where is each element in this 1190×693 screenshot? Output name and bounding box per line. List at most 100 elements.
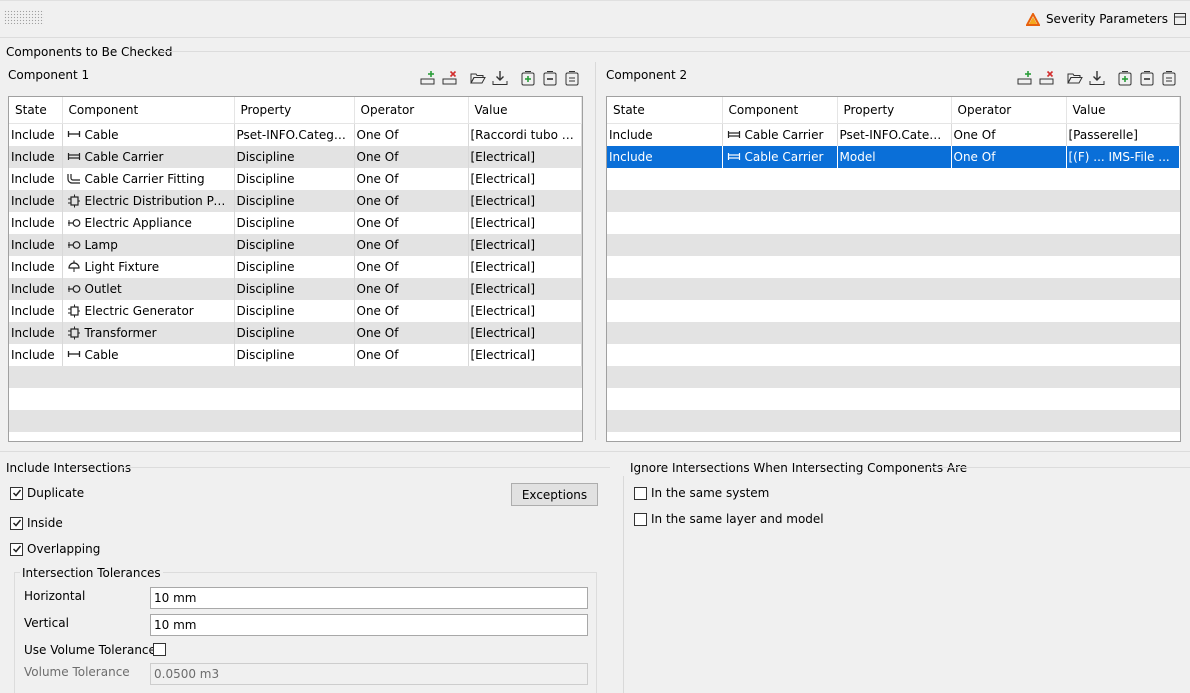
cell-property[interactable]: Discipline — [234, 190, 355, 212]
cell-value[interactable]: [Electrical] — [468, 168, 582, 190]
empty-cell[interactable] — [607, 278, 722, 300]
severity-parameters-link[interactable]: Severity Parameters — [1025, 10, 1186, 28]
table-row[interactable]: Include Cable Discipline One Of [Electrical] — [9, 344, 582, 366]
cell-operator[interactable]: One Of — [354, 168, 469, 190]
empty-cell[interactable] — [837, 234, 951, 256]
cell-value[interactable]: [Electrical] — [468, 212, 582, 234]
empty-row[interactable] — [607, 278, 1180, 300]
duplicate-checkbox[interactable]: Duplicate — [10, 486, 84, 500]
empty-cell[interactable] — [722, 278, 837, 300]
group-options-button[interactable] — [562, 69, 581, 87]
empty-cell[interactable] — [354, 366, 468, 388]
empty-cell[interactable] — [722, 388, 837, 410]
empty-row[interactable] — [607, 300, 1180, 322]
cell-component[interactable]: Cable Carrier — [722, 123, 838, 146]
cell-operator[interactable]: One Of — [354, 256, 469, 278]
column-header-component[interactable]: Component — [62, 97, 235, 124]
empty-cell[interactable] — [607, 410, 722, 432]
column-header-operator[interactable]: Operator — [354, 97, 469, 124]
cell-state[interactable]: Include — [9, 344, 63, 366]
overlapping-check-box[interactable] — [10, 542, 23, 556]
cell-property[interactable]: Discipline — [234, 234, 355, 256]
cell-component[interactable]: Cable — [62, 123, 235, 146]
empty-cell[interactable] — [1066, 410, 1180, 432]
cell-property[interactable]: Pset-INFO.Categoria — [234, 123, 355, 146]
empty-row[interactable] — [9, 388, 582, 410]
empty-cell[interactable] — [951, 256, 1066, 278]
volume-tolerance-input[interactable]: 0.0500 m3 — [150, 663, 588, 685]
cell-value[interactable]: [Electrical] — [468, 278, 582, 300]
empty-row[interactable] — [607, 322, 1180, 344]
empty-cell[interactable] — [607, 344, 722, 366]
column-header-state[interactable]: State — [607, 97, 723, 124]
table-row[interactable]: Include Light Fixture Discipline One Of [Ele… — [9, 256, 582, 278]
cell-property[interactable]: Discipline — [234, 300, 355, 322]
cell-value[interactable]: [Electrical] — [468, 344, 582, 366]
empty-cell[interactable] — [951, 388, 1066, 410]
empty-cell[interactable] — [62, 410, 234, 432]
empty-cell[interactable] — [607, 388, 722, 410]
empty-cell[interactable] — [837, 322, 951, 344]
empty-cell[interactable] — [607, 190, 722, 212]
empty-cell[interactable] — [951, 278, 1066, 300]
table-row[interactable]: Include Cable Pset-INFO.Categoria One Of [Ra… — [9, 123, 582, 146]
empty-cell[interactable] — [837, 300, 951, 322]
cell-value[interactable]: [Raccordi tubo pro... — [468, 123, 582, 146]
cell-property[interactable]: Discipline — [234, 278, 355, 300]
cell-value[interactable]: [(F) ... IMS-File ... — [1066, 146, 1180, 168]
empty-row[interactable] — [607, 212, 1180, 234]
cell-component[interactable]: Electric Appliance — [62, 212, 235, 234]
empty-cell[interactable] — [722, 190, 837, 212]
empty-cell[interactable] — [722, 256, 837, 278]
empty-cell[interactable] — [722, 322, 837, 344]
empty-row[interactable] — [607, 388, 1180, 410]
remove-group-button[interactable] — [540, 69, 559, 87]
column-header-value[interactable]: Value — [1066, 97, 1180, 124]
table-row[interactable]: Include Cable Carrier Fitting Discipline On… — [9, 168, 582, 190]
empty-cell[interactable] — [951, 410, 1066, 432]
empty-cell[interactable] — [951, 168, 1066, 190]
empty-row[interactable] — [607, 256, 1180, 278]
horizontal-tolerance-input[interactable]: 10 mm — [150, 587, 588, 609]
empty-cell[interactable] — [62, 388, 234, 410]
cell-operator[interactable]: One Of — [354, 212, 469, 234]
cell-property[interactable]: Discipline — [234, 168, 355, 190]
empty-cell[interactable] — [1066, 256, 1180, 278]
empty-cell[interactable] — [1066, 344, 1180, 366]
cell-operator[interactable]: One Of — [354, 123, 469, 146]
empty-cell[interactable] — [468, 410, 582, 432]
cell-state[interactable]: Include — [9, 123, 63, 146]
empty-cell[interactable] — [722, 300, 837, 322]
cell-component[interactable]: Transformer — [62, 322, 235, 344]
column-header-component[interactable]: Component — [722, 97, 838, 124]
empty-cell[interactable] — [62, 366, 234, 388]
empty-cell[interactable] — [354, 410, 468, 432]
cell-operator[interactable]: One Of — [354, 278, 469, 300]
empty-row[interactable] — [607, 190, 1180, 212]
cell-state[interactable]: Include — [9, 234, 63, 256]
empty-row[interactable] — [9, 410, 582, 432]
cell-property[interactable]: Discipline — [234, 256, 355, 278]
cell-component[interactable]: Cable Carrier — [722, 146, 838, 168]
empty-cell[interactable] — [837, 344, 951, 366]
same-system-checkbox[interactable]: In the same system — [634, 486, 769, 500]
cell-operator[interactable]: One Of — [354, 146, 469, 168]
cell-state[interactable]: Include — [9, 322, 63, 344]
empty-cell[interactable] — [354, 388, 468, 410]
cell-state[interactable]: Include — [9, 278, 63, 300]
table-row[interactable]: Include Cable Carrier Model One Of [(F) ... … — [607, 146, 1180, 168]
cell-component[interactable]: Lamp — [62, 234, 235, 256]
empty-cell[interactable] — [837, 190, 951, 212]
empty-cell[interactable] — [1066, 168, 1180, 190]
column-header-operator[interactable]: Operator — [951, 97, 1067, 124]
column-header-state[interactable]: State — [9, 97, 63, 124]
empty-cell[interactable] — [722, 234, 837, 256]
empty-cell[interactable] — [951, 234, 1066, 256]
overlapping-checkbox[interactable]: Overlapping — [10, 542, 100, 556]
cell-state[interactable]: Include — [9, 212, 63, 234]
empty-row[interactable] — [607, 168, 1180, 190]
drag-grip[interactable] — [4, 10, 44, 24]
download-button[interactable] — [490, 69, 509, 87]
table-row[interactable]: Include Electric Distribution Point Discip… — [9, 190, 582, 212]
empty-cell[interactable] — [9, 366, 62, 388]
